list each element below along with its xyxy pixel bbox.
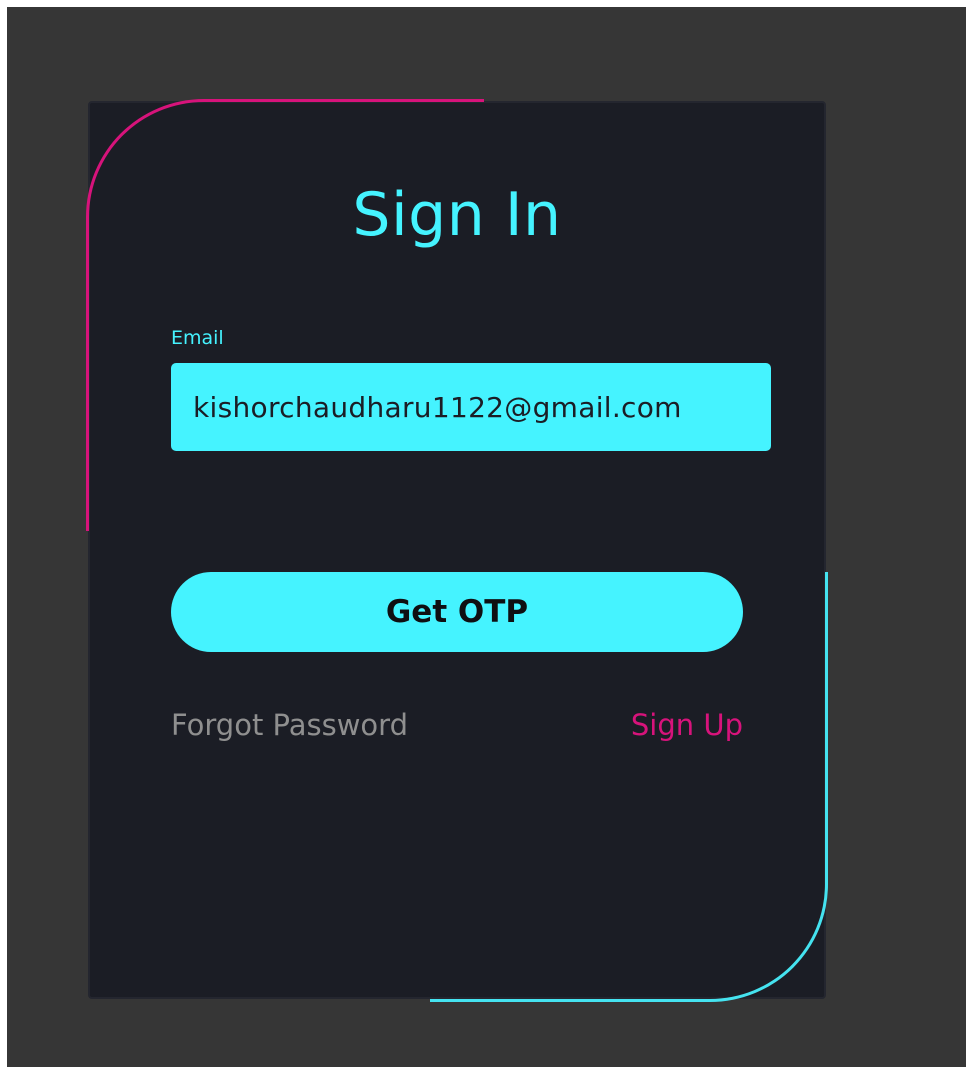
sign-up-link[interactable]: Sign Up xyxy=(631,708,743,742)
email-label: Email xyxy=(171,327,224,349)
forgot-password-link[interactable]: Forgot Password xyxy=(171,708,408,742)
page-title: Sign In xyxy=(352,180,562,250)
email-input[interactable] xyxy=(171,363,771,451)
get-otp-button[interactable]: Get OTP xyxy=(171,572,743,652)
